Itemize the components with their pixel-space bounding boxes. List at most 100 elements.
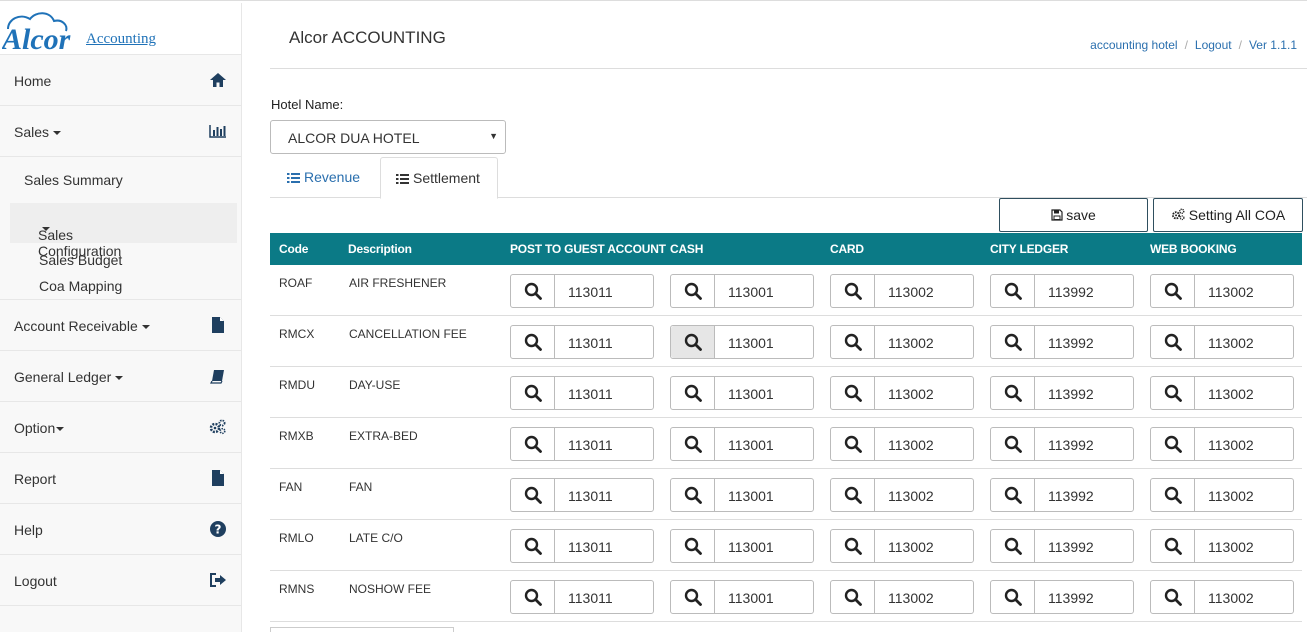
coa-web-field[interactable]: 113002 <box>1208 284 1254 300</box>
coa-post-field[interactable]: 113011 <box>568 488 613 504</box>
coa-search-button[interactable] <box>511 530 555 562</box>
coa-city-field[interactable]: 113992 <box>1048 539 1094 555</box>
coa-cash-field[interactable]: 113001 <box>728 437 774 453</box>
coa-city-field[interactable]: 113992 <box>1048 386 1094 402</box>
row-description: DAY-USE <box>349 378 401 392</box>
brand-logo[interactable]: Alcor Accounting <box>0 3 241 55</box>
sidebar-item-sales-budget[interactable]: Sales Budget <box>39 252 122 268</box>
coa-search-button[interactable] <box>831 326 875 358</box>
sidebar-item-report[interactable]: Report <box>0 453 241 504</box>
coa-search-button[interactable] <box>1151 275 1195 307</box>
coa-cash-field[interactable]: 113001 <box>728 590 774 606</box>
sidebar-item-label: Logout <box>14 573 57 589</box>
sidebar-item-logout[interactable]: Logout <box>0 555 241 606</box>
coa-search-button[interactable] <box>1151 326 1195 358</box>
coa-card-field[interactable]: 113002 <box>888 488 934 504</box>
coa-search-button[interactable] <box>1151 581 1195 613</box>
coa-cash-field[interactable]: 113001 <box>728 539 774 555</box>
coa-search-button[interactable] <box>671 479 715 511</box>
sidebar-item-sales-configuration[interactable]: Sales Configuration <box>10 203 237 259</box>
coa-card-field[interactable]: 113002 <box>888 539 934 555</box>
coa-search-button[interactable] <box>831 428 875 460</box>
coa-search-button[interactable] <box>1151 479 1195 511</box>
tab-settlement[interactable]: Settlement <box>380 157 498 199</box>
coa-post-input-group: 113011 <box>510 529 654 563</box>
coa-search-button[interactable] <box>991 530 1035 562</box>
coa-search-button[interactable] <box>671 530 715 562</box>
coa-card-field[interactable]: 113002 <box>888 386 934 402</box>
coa-search-button[interactable] <box>991 479 1035 511</box>
coa-card-field[interactable]: 113002 <box>888 284 934 300</box>
coa-city-field[interactable]: 113992 <box>1048 284 1094 300</box>
coa-search-button[interactable] <box>831 530 875 562</box>
hotel-name-select[interactable]: ALCOR DUA HOTEL ▼ <box>270 120 506 154</box>
coa-post-field[interactable]: 113011 <box>568 590 613 606</box>
coa-web-field[interactable]: 113002 <box>1208 335 1254 351</box>
coa-web-field[interactable]: 113002 <box>1208 488 1254 504</box>
coa-search-button[interactable] <box>511 479 555 511</box>
sidebar-item-option[interactable]: Option <box>0 402 241 453</box>
coa-search-button[interactable] <box>511 377 555 409</box>
tab-revenue[interactable]: Revenue <box>270 157 378 198</box>
coa-search-button[interactable] <box>991 377 1035 409</box>
coa-search-button[interactable] <box>991 326 1035 358</box>
sidebar-item-help[interactable]: Help ? <box>0 504 241 555</box>
coa-city-field[interactable]: 113992 <box>1048 335 1094 351</box>
coa-search-button[interactable] <box>511 581 555 613</box>
coa-search-button[interactable] <box>511 428 555 460</box>
coa-search-button[interactable] <box>671 326 715 358</box>
coa-search-button[interactable] <box>991 581 1035 613</box>
coa-post-field[interactable]: 113011 <box>568 386 613 402</box>
coa-post-input-group: 113011 <box>510 478 654 512</box>
coa-web-field[interactable]: 113002 <box>1208 539 1254 555</box>
coa-card-field[interactable]: 113002 <box>888 590 934 606</box>
column-header-city-ledger: CITY LEDGER <box>990 242 1069 256</box>
user-link[interactable]: accounting hotel <box>1090 38 1177 52</box>
coa-city-field[interactable]: 113992 <box>1048 437 1094 453</box>
coa-city-field[interactable]: 113992 <box>1048 590 1094 606</box>
coa-cash-field[interactable]: 113001 <box>728 386 774 402</box>
coa-web-field[interactable]: 113002 <box>1208 590 1254 606</box>
coa-post-field[interactable]: 113011 <box>568 284 613 300</box>
coa-web-field[interactable]: 113002 <box>1208 386 1254 402</box>
coa-post-field[interactable]: 113011 <box>568 437 613 453</box>
row-description: EXTRA-BED <box>349 429 418 443</box>
coa-search-button[interactable] <box>671 275 715 307</box>
coa-search-button[interactable] <box>671 581 715 613</box>
coa-search-button[interactable] <box>831 275 875 307</box>
coa-search-button[interactable] <box>1151 377 1195 409</box>
coa-search-button[interactable] <box>831 479 875 511</box>
save-button[interactable]: save <box>999 198 1148 232</box>
coa-search-button[interactable] <box>1151 530 1195 562</box>
coa-search-button[interactable] <box>991 275 1035 307</box>
floppy-disk-icon <box>1051 209 1063 221</box>
sidebar-item-sales[interactable]: Sales <box>0 106 241 157</box>
coa-city-input-group: 113992 <box>990 376 1134 410</box>
sidebar-item-home[interactable]: Home <box>0 55 241 106</box>
coa-cash-field[interactable]: 113001 <box>728 335 774 351</box>
coa-search-button[interactable] <box>991 428 1035 460</box>
coa-search-button[interactable] <box>831 581 875 613</box>
coa-post-field[interactable]: 113011 <box>568 335 613 351</box>
coa-search-button[interactable] <box>1151 428 1195 460</box>
coa-search-button[interactable] <box>831 377 875 409</box>
coa-search-button[interactable] <box>511 326 555 358</box>
coa-search-button[interactable] <box>671 377 715 409</box>
version-link[interactable]: Ver 1.1.1 <box>1249 38 1297 52</box>
coa-city-field[interactable]: 113992 <box>1048 488 1094 504</box>
sidebar-item-account-receivable[interactable]: Account Receivable <box>0 300 241 351</box>
setting-all-coa-button[interactable]: Setting All COA <box>1153 198 1303 232</box>
sidebar-item-general-ledger[interactable]: General Ledger <box>0 351 241 402</box>
coa-cash-field[interactable]: 113001 <box>728 284 774 300</box>
logout-link[interactable]: Logout <box>1195 38 1232 52</box>
sidebar-item-sales-summary[interactable]: Sales Summary <box>24 172 123 188</box>
coa-web-field[interactable]: 113002 <box>1208 437 1254 453</box>
coa-card-field[interactable]: 113002 <box>888 437 934 453</box>
sidebar-item-coa-mapping[interactable]: Coa Mapping <box>39 278 122 294</box>
coa-card-field[interactable]: 113002 <box>888 335 934 351</box>
coa-cash-field[interactable]: 113001 <box>728 488 774 504</box>
row-description: LATE C/O <box>349 531 403 545</box>
coa-search-button[interactable] <box>671 428 715 460</box>
coa-post-field[interactable]: 113011 <box>568 539 613 555</box>
coa-search-button[interactable] <box>511 275 555 307</box>
